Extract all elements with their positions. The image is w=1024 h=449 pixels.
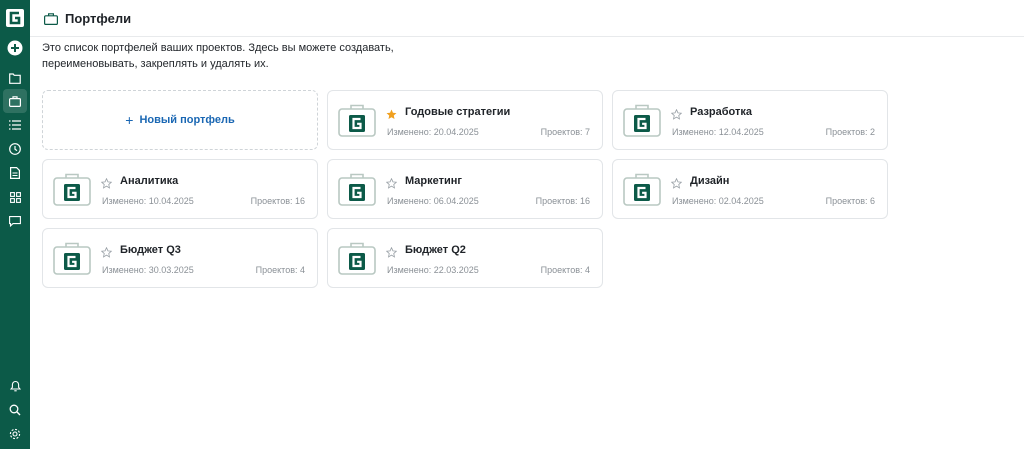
- star-filled-icon[interactable]: [386, 107, 397, 119]
- star-outline-icon[interactable]: [385, 176, 398, 189]
- portfolio-name: Аналитика: [120, 175, 179, 187]
- portfolio-modified-date: Изменено: 30.03.2025: [102, 265, 194, 275]
- portfolio-card[interactable]: Бюджет Q2 Изменено: 22.03.2025 Проектов: 4: [327, 228, 603, 288]
- portfolio-modified-date: Изменено: 22.03.2025: [387, 265, 479, 275]
- portfolio-name: Бюджет Q3: [120, 244, 181, 256]
- star-outline-icon[interactable]: [670, 176, 683, 189]
- document-icon[interactable]: [6, 164, 24, 182]
- folder-icon[interactable]: [6, 69, 24, 87]
- portfolio-name: Бюджет Q2: [405, 244, 466, 256]
- portfolio-thumbnail-icon: [53, 241, 91, 275]
- clock-icon[interactable]: [6, 140, 24, 158]
- portfolio-name: Дизайн: [690, 175, 730, 187]
- portfolio-modified-date: Изменено: 10.04.2025: [102, 196, 194, 206]
- portfolio-modified-date: Изменено: 06.04.2025: [387, 196, 479, 206]
- star-outline-icon[interactable]: [100, 245, 113, 258]
- plus-icon: +: [125, 111, 134, 128]
- app-logo-icon[interactable]: [6, 9, 24, 27]
- star-outline-icon[interactable]: [670, 107, 683, 120]
- portfolio-modified-date: Изменено: 02.04.2025: [672, 196, 764, 206]
- grid-icon[interactable]: [6, 188, 24, 206]
- create-plus-icon[interactable]: [6, 39, 24, 57]
- portfolio-card[interactable]: Годовые стратегии Изменено: 20.04.2025 Про…: [327, 90, 603, 150]
- search-icon[interactable]: [6, 401, 24, 419]
- portfolio-project-count: Проектов: 16: [535, 196, 590, 206]
- portfolio-name: Маркетинг: [405, 175, 462, 187]
- bell-icon[interactable]: [6, 377, 24, 395]
- page-description: Это список портфелей ваших проектов. Зде…: [42, 42, 394, 70]
- portfolio-thumbnail-icon: [338, 103, 376, 137]
- portfolio-card[interactable]: Маркетинг Изменено: 06.04.2025 Проектов: 1…: [327, 159, 603, 219]
- portfolio-project-count: Проектов: 16: [250, 196, 305, 206]
- portfolio-thumbnail-icon: [53, 172, 91, 206]
- portfolio-briefcase-icon[interactable]: [3, 89, 27, 113]
- portfolio-thumbnail-icon: [623, 103, 661, 137]
- star-outline-icon[interactable]: [100, 176, 113, 189]
- list-icon[interactable]: [6, 116, 24, 134]
- portfolio-card[interactable]: Бюджет Q3 Изменено: 30.03.2025 Проектов: 4: [42, 228, 318, 288]
- portfolio-thumbnail-icon: [623, 172, 661, 206]
- portfolio-project-count: Проектов: 2: [825, 127, 875, 137]
- new-portfolio-label: Новый портфель: [139, 114, 235, 126]
- portfolio-modified-date: Изменено: 20.04.2025: [387, 127, 479, 137]
- new-portfolio-button[interactable]: + Новый портфель: [42, 90, 318, 150]
- page-header: Портфели: [30, 0, 1024, 37]
- portfolio-thumbnail-icon: [338, 241, 376, 275]
- portfolio-card[interactable]: Аналитика Изменено: 10.04.2025 Проектов: 1…: [42, 159, 318, 219]
- portfolio-project-count: Проектов: 6: [825, 196, 875, 206]
- portfolio-project-count: Проектов: 7: [540, 127, 590, 137]
- portfolio-project-count: Проектов: 4: [540, 265, 590, 275]
- portfolio-project-count: Проектов: 4: [255, 265, 305, 275]
- portfolio-modified-date: Изменено: 12.04.2025: [672, 127, 764, 137]
- briefcase-icon: [44, 12, 59, 26]
- chat-icon[interactable]: [6, 212, 24, 230]
- page-title: Портфели: [65, 11, 132, 26]
- portfolio-thumbnail-icon: [338, 172, 376, 206]
- sidebar: [0, 0, 30, 449]
- star-outline-icon[interactable]: [385, 245, 398, 258]
- portfolio-name: Разработка: [690, 106, 752, 118]
- portfolio-name: Годовые стратегии: [405, 106, 511, 118]
- settings-gear-icon[interactable]: [6, 425, 24, 443]
- portfolio-card[interactable]: Разработка Изменено: 12.04.2025 Проектов: …: [612, 90, 888, 150]
- portfolio-card[interactable]: Дизайн Изменено: 02.04.2025 Проектов: 6: [612, 159, 888, 219]
